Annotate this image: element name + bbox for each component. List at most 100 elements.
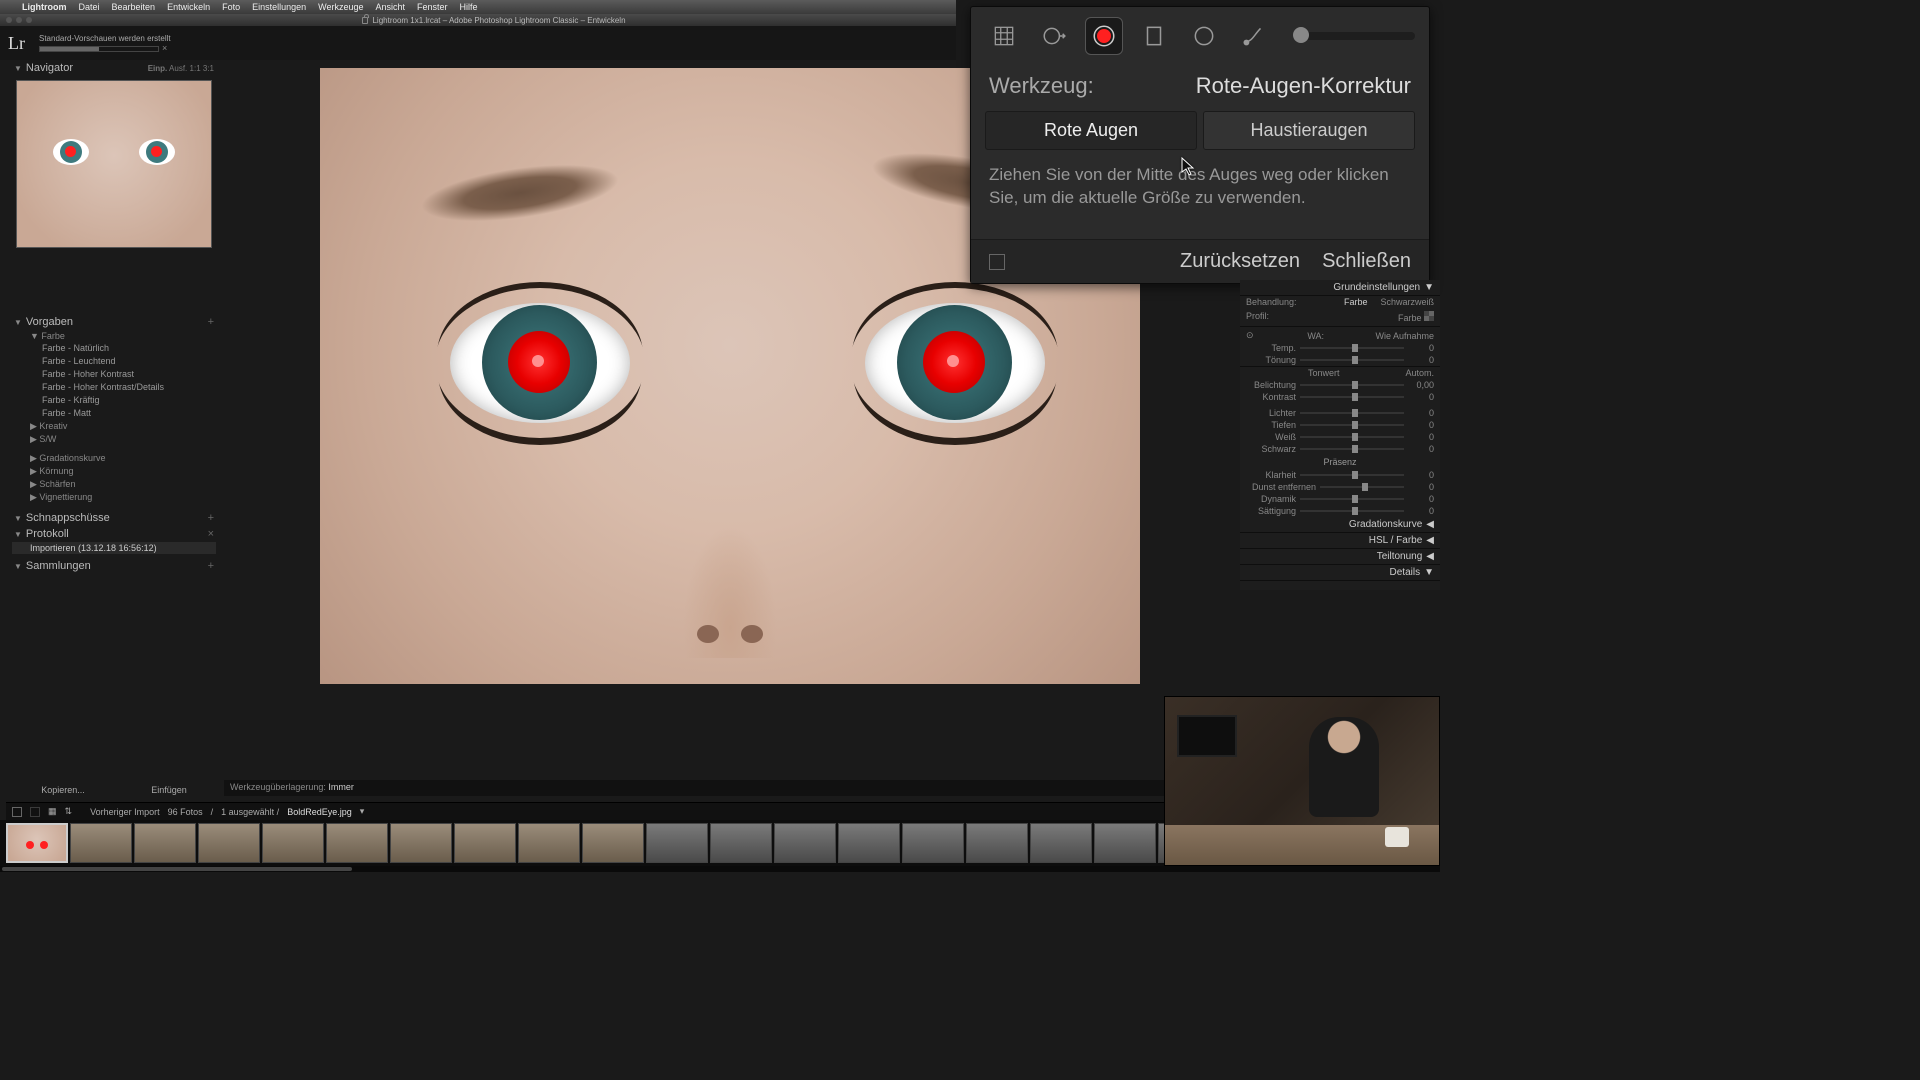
filmstrip-thumb[interactable] — [966, 823, 1028, 863]
exposure-slider[interactable] — [1300, 384, 1404, 386]
filmstrip-thumb[interactable] — [646, 823, 708, 863]
preset-group-curve[interactable]: ▶ Gradationskurve — [8, 452, 220, 465]
reset-button[interactable]: Zurücksetzen — [1180, 250, 1300, 273]
menu-datei[interactable]: Datei — [79, 2, 100, 12]
wb-value[interactable]: Wie Aufnahme — [1375, 331, 1434, 341]
contrast-value[interactable]: 0 — [1408, 392, 1434, 402]
radial-filter-icon[interactable] — [1185, 17, 1223, 55]
menu-einstellungen[interactable]: Einstellungen — [252, 2, 306, 12]
filmstrip-thumb[interactable] — [134, 823, 196, 863]
menu-app[interactable]: Lightroom — [22, 2, 67, 12]
menu-entwickeln[interactable]: Entwickeln — [167, 2, 210, 12]
history-item[interactable]: Importieren (13.12.18 16:56:12) — [12, 542, 216, 554]
graduated-filter-icon[interactable] — [1135, 17, 1173, 55]
highlights-slider[interactable] — [1300, 412, 1404, 414]
navigator-header[interactable]: ▼Navigator Einp. Ausf. 1:1 3:1 — [8, 60, 220, 76]
filmstrip-thumb[interactable] — [774, 823, 836, 863]
filename-dropdown-icon[interactable]: ▾ — [360, 806, 365, 817]
curve-panel-header[interactable]: Gradationskurve◀ — [1240, 517, 1440, 533]
history-header[interactable]: ▼Protokoll × — [8, 526, 220, 542]
preset-group-kreativ[interactable]: ▶ Kreativ — [8, 420, 220, 433]
copy-button[interactable]: Kopieren... — [41, 785, 85, 795]
redeye-tool-icon[interactable] — [1085, 17, 1123, 55]
exposure-value[interactable]: 0,00 — [1408, 380, 1434, 390]
menu-bearbeiten[interactable]: Bearbeiten — [112, 2, 156, 12]
clarity-slider[interactable] — [1300, 474, 1404, 476]
target-adjust-icon[interactable]: ⊙ — [1246, 330, 1256, 341]
menu-ansicht[interactable]: Ansicht — [376, 2, 406, 12]
crop-tool-icon[interactable] — [985, 17, 1023, 55]
window-minimize-button[interactable] — [16, 17, 22, 23]
detail-panel-header[interactable]: Details▼ — [1240, 565, 1440, 581]
menu-hilfe[interactable]: Hilfe — [460, 2, 478, 12]
dehaze-value[interactable]: 0 — [1408, 482, 1434, 492]
zoom-1to1[interactable]: 1:1 — [190, 64, 201, 73]
contrast-slider[interactable] — [1300, 396, 1404, 398]
preset-item[interactable]: Farbe - Natürlich — [8, 342, 220, 355]
filmstrip-thumb[interactable] — [1030, 823, 1092, 863]
filmstrip-thumb[interactable] — [70, 823, 132, 863]
filmstrip-thumb[interactable] — [582, 823, 644, 863]
tool-overlay-value[interactable]: Immer — [328, 782, 354, 792]
window-zoom-button[interactable] — [26, 17, 32, 23]
vibrance-slider[interactable] — [1300, 498, 1404, 500]
snapshots-header[interactable]: ▼Schnappschüsse + — [8, 510, 220, 526]
preset-group-sharpen[interactable]: ▶ Schärfen — [8, 478, 220, 491]
spot-tool-icon[interactable] — [1035, 17, 1073, 55]
whites-value[interactable]: 0 — [1408, 432, 1434, 442]
filmstrip-thumb[interactable] — [198, 823, 260, 863]
filmstrip-thumb[interactable] — [838, 823, 900, 863]
progress-cancel-button[interactable]: × — [162, 43, 167, 53]
source-label[interactable]: Vorheriger Import — [90, 807, 160, 817]
clear-history-button[interactable]: × — [208, 528, 214, 540]
tint-value[interactable]: 0 — [1408, 355, 1434, 365]
navigator-thumbnail[interactable] — [16, 80, 212, 248]
filmstrip-thumb[interactable] — [454, 823, 516, 863]
filmstrip-thumb[interactable] — [902, 823, 964, 863]
tint-slider[interactable] — [1300, 359, 1404, 361]
profile-browser-icon[interactable] — [1424, 311, 1434, 321]
temp-slider[interactable] — [1300, 347, 1404, 349]
zoom-3to1[interactable]: 3:1 — [203, 64, 214, 73]
clarity-value[interactable]: 0 — [1408, 470, 1434, 480]
menu-fenster[interactable]: Fenster — [417, 2, 448, 12]
zoom-fit[interactable]: Einp. — [148, 64, 168, 73]
tool-switch[interactable] — [989, 254, 1005, 270]
close-button[interactable]: Schließen — [1322, 250, 1411, 273]
hsl-panel-header[interactable]: HSL / Farbe◀ — [1240, 533, 1440, 549]
filmstrip-thumb[interactable] — [6, 823, 68, 863]
add-preset-button[interactable]: + — [208, 316, 214, 328]
split-panel-header[interactable]: Teiltonung◀ — [1240, 549, 1440, 565]
dehaze-slider[interactable] — [1320, 486, 1404, 488]
preset-group-vignette[interactable]: ▶ Vignettierung — [8, 491, 220, 504]
filmstrip-thumb[interactable] — [1094, 823, 1156, 863]
filmstrip-thumb[interactable] — [710, 823, 772, 863]
saturation-value[interactable]: 0 — [1408, 506, 1434, 516]
brush-tool-icon[interactable] — [1235, 17, 1273, 55]
shadows-value[interactable]: 0 — [1408, 420, 1434, 430]
vibrance-value[interactable]: 0 — [1408, 494, 1434, 504]
filmstrip-thumb[interactable] — [326, 823, 388, 863]
preset-item[interactable]: Farbe - Kräftig — [8, 394, 220, 407]
profile-value[interactable]: Farbe — [1398, 313, 1422, 323]
preset-item[interactable]: Farbe - Hoher Kontrast/Details — [8, 381, 220, 394]
preset-item[interactable]: Farbe - Leuchtend — [8, 355, 220, 368]
treatment-bw[interactable]: Schwarzweiß — [1380, 297, 1434, 307]
treatment-color[interactable]: Farbe — [1344, 297, 1368, 307]
blacks-value[interactable]: 0 — [1408, 444, 1434, 454]
window-close-button[interactable] — [6, 17, 12, 23]
temp-value[interactable]: 0 — [1408, 343, 1434, 353]
tab-red-eye[interactable]: Rote Augen — [985, 111, 1197, 150]
saturation-slider[interactable] — [1300, 510, 1404, 512]
menu-werkzeuge[interactable]: Werkzeuge — [318, 2, 363, 12]
zoom-fill[interactable]: Ausf. — [169, 64, 187, 73]
tab-pet-eye[interactable]: Haustieraugen — [1203, 111, 1415, 150]
preset-item[interactable]: Farbe - Hoher Kontrast — [8, 368, 220, 381]
whites-slider[interactable] — [1300, 436, 1404, 438]
auto-button[interactable]: Autom. — [1405, 368, 1434, 378]
add-collection-button[interactable]: + — [208, 560, 214, 572]
grid-icon[interactable]: ▦ — [48, 806, 57, 817]
paste-button[interactable]: Einfügen — [151, 785, 187, 795]
preset-item[interactable]: Farbe - Matt — [8, 407, 220, 420]
menu-foto[interactable]: Foto — [222, 2, 240, 12]
